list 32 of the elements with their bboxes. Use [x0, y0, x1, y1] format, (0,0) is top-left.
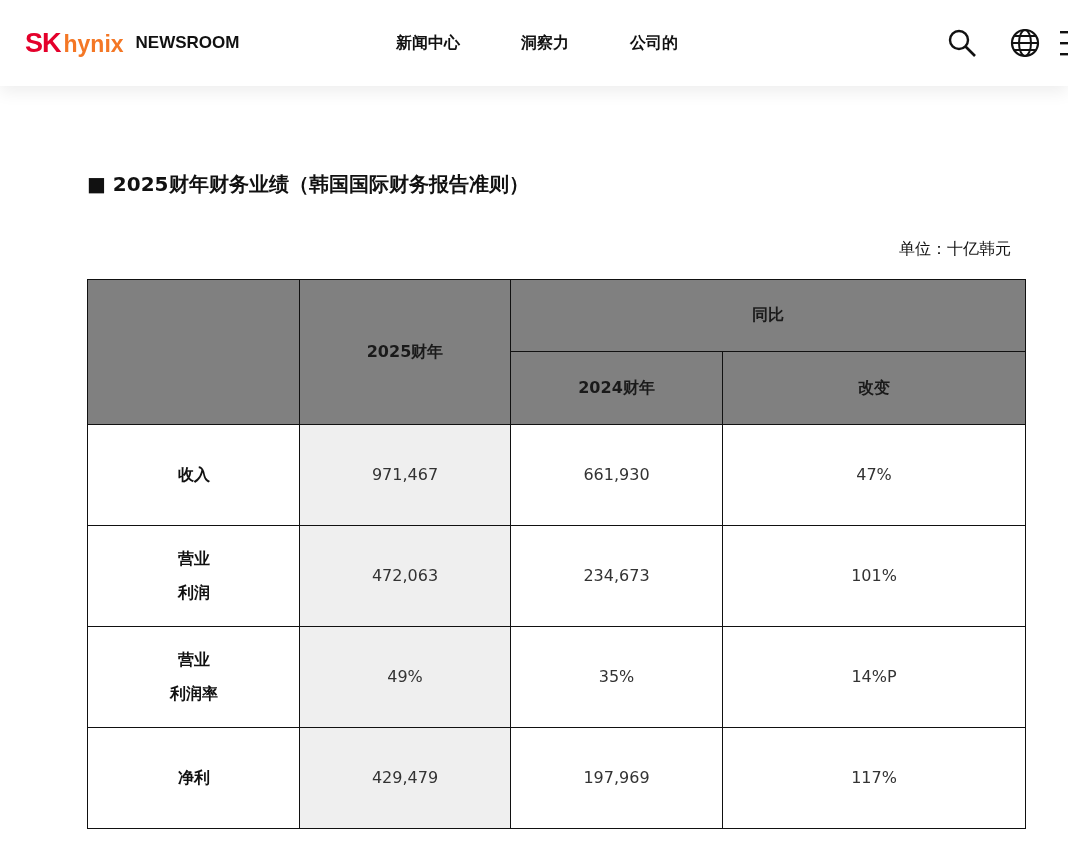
table-cell: 35% [510, 626, 723, 728]
nav-link[interactable]: 公司的 [630, 32, 679, 54]
table-cell: 661,930 [510, 424, 723, 526]
table-cell: 47% [722, 424, 1026, 526]
header-cell: 改变 [722, 351, 1026, 425]
header-cell: 2024财年 [510, 351, 723, 425]
nav-link[interactable]: 洞察力 [521, 32, 570, 54]
table-cell: 234,673 [510, 525, 723, 627]
table-cell: 429,479 [299, 727, 511, 829]
row-label: 净利 [87, 727, 300, 829]
menu-icon[interactable] [1060, 30, 1068, 56]
logo-hynix: hynix [63, 30, 124, 58]
row-label: 营业 利润 [87, 525, 300, 627]
site-name[interactable]: NEWSROOM [135, 33, 240, 53]
table-cell: 49% [299, 626, 511, 728]
unit-label: 单位：十亿韩元 [898, 238, 1011, 260]
globe-icon[interactable] [1010, 28, 1040, 58]
table-cell: 14%P [722, 626, 1026, 728]
section-title: ■ 2025财年财务业绩（韩国国际财务报告准则） [87, 171, 530, 198]
logo-sk: SK [25, 27, 61, 59]
nav-link[interactable]: 新闻中心 [396, 32, 461, 54]
search-icon[interactable] [947, 28, 977, 58]
row-label: 营业 利润率 [87, 626, 300, 728]
table-cell: 117% [722, 727, 1026, 829]
row-label: 收入 [87, 424, 300, 526]
logo[interactable]: SKhynix [25, 27, 124, 59]
table-cell: 472,063 [299, 525, 511, 627]
table-cell: 197,969 [510, 727, 723, 829]
table-cell: 101% [722, 525, 1026, 627]
header-cell: 2025财年 [299, 279, 511, 425]
table-cell: 971,467 [299, 424, 511, 526]
header-cell: 同比 [510, 279, 1026, 352]
